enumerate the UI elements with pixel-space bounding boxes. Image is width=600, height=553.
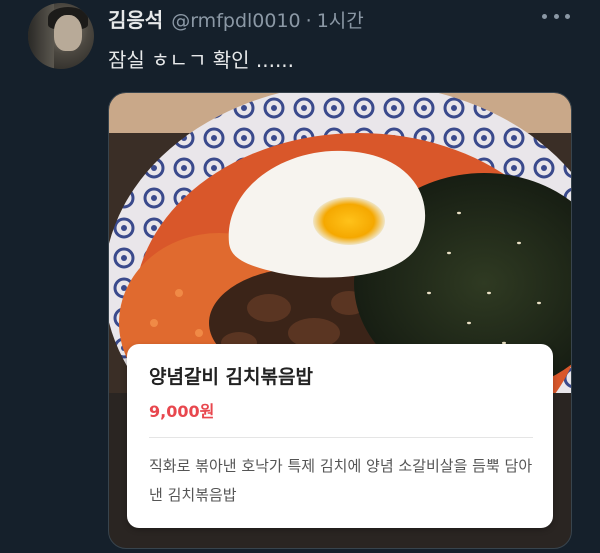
menu-description: 직화로 볶아낸 호낙가 특제 김치에 양념 소갈비살을 듬뿍 담아낸 김치볶음밥 [149, 457, 533, 504]
divider [149, 437, 533, 438]
tweet-text: 잠실 ㅎㄴㄱ 확인 ...... [108, 48, 295, 72]
menu-name: 양념갈비 김치볶음밥 [149, 366, 313, 388]
menu-price: 9,000원 [149, 402, 215, 421]
more-dot [565, 13, 570, 19]
more-dot [542, 13, 547, 19]
menu-info-card[interactable]: 양념갈비 김치볶음밥 9,000원 직화로 볶아낸 호낙가 특제 김치에 양념 … [127, 344, 553, 528]
media-card[interactable]: 양념갈비 김치볶음밥 9,000원 직화로 볶아낸 호낙가 특제 김치에 양념 … [108, 92, 572, 549]
egg-yolk [313, 197, 385, 245]
avatar-face [54, 15, 82, 51]
tweet-header: 김응석 @rmfpdl0010 · 1시간 [108, 4, 570, 32]
user-handle[interactable]: @rmfpdl0010 [171, 10, 300, 32]
more-dot [553, 13, 559, 19]
more-horizontal-icon[interactable] [542, 10, 570, 22]
avatar[interactable] [28, 3, 94, 69]
separator-dot: · [305, 10, 312, 32]
display-name[interactable]: 김응석 [108, 4, 163, 33]
timestamp[interactable]: 1시간 [317, 6, 364, 33]
